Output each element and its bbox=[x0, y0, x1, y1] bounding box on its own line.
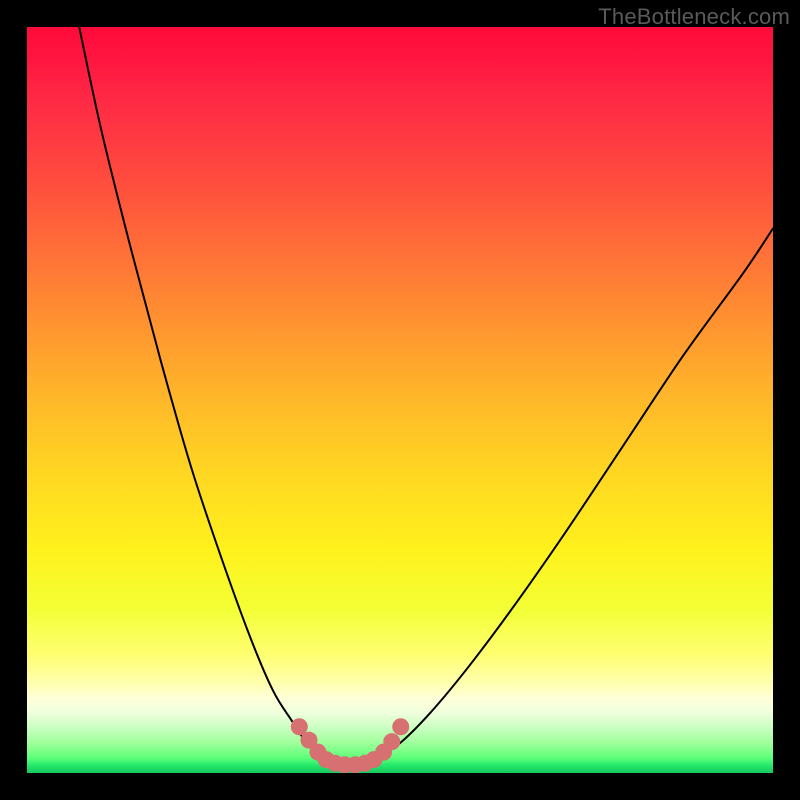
highlight-markers bbox=[291, 718, 409, 773]
curve-left-branch bbox=[79, 27, 321, 758]
chart-frame: TheBottleneck.com bbox=[0, 0, 800, 800]
highlight-dot bbox=[383, 733, 400, 750]
watermark-text: TheBottleneck.com bbox=[598, 4, 790, 30]
highlight-dot bbox=[392, 718, 409, 735]
line-series bbox=[79, 27, 773, 766]
curve-right-branch bbox=[378, 228, 773, 758]
chart-svg bbox=[27, 27, 773, 773]
plot-area bbox=[27, 27, 773, 773]
